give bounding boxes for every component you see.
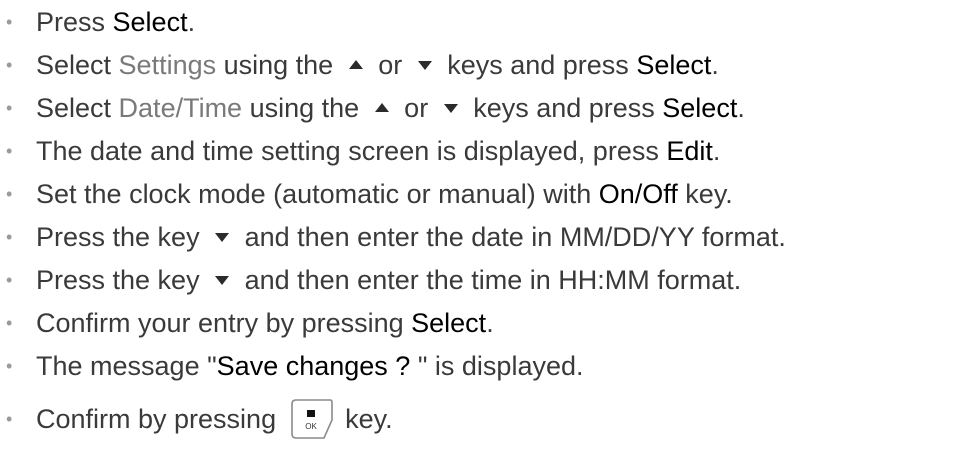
bullet-icon: • — [6, 409, 13, 429]
key-name: On/Off — [598, 179, 678, 209]
step-item: • Confirm by pressing OK key. — [0, 390, 958, 448]
step-item: • The date and time setting screen is dis… — [0, 130, 958, 173]
bullet-icon: • — [6, 270, 13, 290]
step-item: • Press the key and then enter the time i… — [0, 259, 958, 302]
bullet-icon: • — [6, 184, 13, 204]
key-name: Select — [662, 93, 738, 123]
key-name: Edit — [666, 136, 713, 166]
bullet-icon: • — [6, 313, 13, 333]
step-text: . — [486, 308, 494, 338]
bullet-icon: • — [6, 12, 13, 32]
step-text: " is displayed. — [417, 351, 584, 381]
up-arrow-icon — [348, 60, 363, 70]
step-item: • Press Select. — [0, 1, 958, 44]
key-name: Save changes ? — [216, 351, 418, 381]
step-text: Set the clock mode (automatic or manual)… — [36, 179, 599, 209]
step-item: • Press the key and then enter the date i… — [0, 216, 958, 259]
key-name: Select — [411, 308, 487, 338]
step-text: The date and time setting screen is disp… — [36, 136, 667, 166]
step-text: using the — [216, 50, 341, 80]
down-arrow-icon — [215, 276, 230, 286]
bullet-icon: • — [6, 141, 13, 161]
up-arrow-icon — [374, 103, 389, 113]
step-item: • Select Settings using the or keys and p… — [0, 44, 958, 87]
down-arrow-icon — [215, 233, 230, 243]
ok-key-label: OK — [305, 422, 317, 431]
step-item: • Confirm your entry by pressing Select. — [0, 302, 958, 345]
menu-item-name: Date/Time — [118, 93, 243, 123]
bullet-icon: • — [6, 98, 13, 118]
step-text: keys and press — [465, 93, 663, 123]
step-text: using the — [242, 93, 367, 123]
bullet-icon: • — [6, 227, 13, 247]
ok-key-icon: OK — [290, 398, 334, 440]
down-arrow-icon — [417, 61, 432, 71]
step-text: key. — [337, 404, 393, 434]
step-text: or — [370, 50, 410, 80]
down-arrow-icon — [443, 104, 458, 114]
key-name: Select — [112, 7, 188, 37]
step-text: and then enter the time in HH:MM format. — [237, 265, 742, 295]
step-text: . — [737, 93, 745, 123]
step-item: • Set the clock mode (automatic or manual… — [0, 173, 958, 216]
step-text: . — [187, 7, 196, 37]
step-text: The message " — [36, 351, 217, 381]
step-text: Press the key — [36, 265, 208, 295]
step-text: or — [396, 93, 436, 123]
instruction-list: • Press Select. • Select Settings using the… — [0, 1, 958, 448]
step-text: Confirm your entry by pressing — [36, 308, 412, 338]
key-name: Select — [636, 50, 712, 80]
step-text: Select — [36, 50, 119, 80]
step-text: keys and press — [439, 50, 637, 80]
bullet-icon: • — [6, 55, 13, 75]
menu-item-name: Settings — [118, 50, 217, 80]
step-item: • Select Date/Time using the or keys and … — [0, 87, 958, 130]
step-text: Select — [36, 93, 119, 123]
step-item: • The message "Save changes ? " is displa… — [0, 345, 958, 388]
bullet-icon: • — [6, 356, 13, 376]
step-text: key. — [677, 179, 733, 209]
step-text: . — [711, 50, 719, 80]
step-text: and then enter the date in MM/DD/YY form… — [237, 222, 786, 252]
step-text: Press — [36, 7, 113, 37]
step-text: Confirm by pressing — [36, 404, 284, 434]
step-text: Press the key — [36, 222, 208, 252]
step-text: . — [712, 136, 721, 166]
